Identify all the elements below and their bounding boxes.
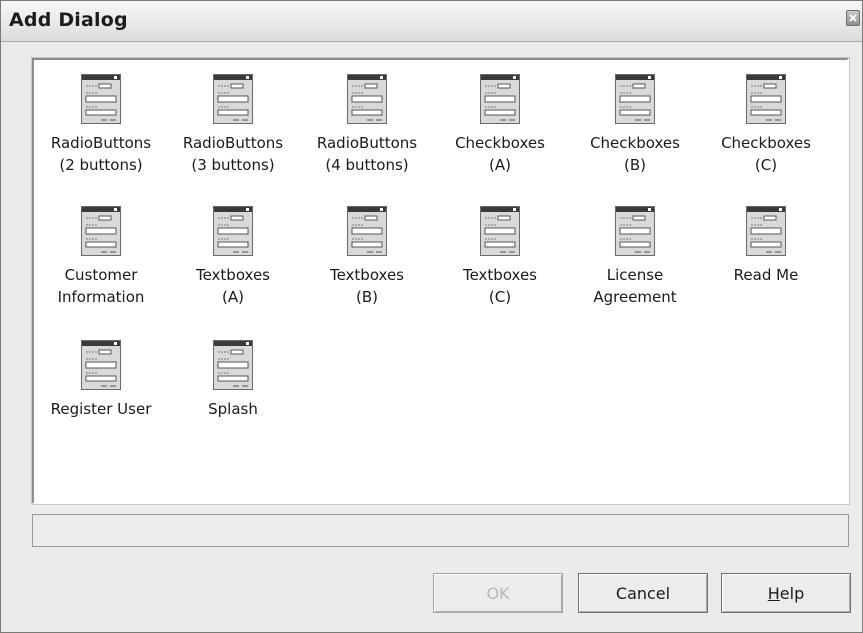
item-label: Splash (208, 400, 258, 418)
close-icon (849, 14, 857, 22)
dialog-template-icon (347, 206, 387, 256)
list-item-customer-information[interactable]: Customer Information (36, 206, 166, 308)
item-label: Textboxes (B) (329, 266, 405, 306)
dialog-template-icon (746, 74, 786, 124)
dialog-template-icon (746, 206, 786, 256)
dialog-template-icon (615, 74, 655, 124)
dialog-template-icon (347, 74, 387, 124)
dialog-template-icon (81, 74, 121, 124)
list-item-read-me[interactable]: Read Me (701, 206, 831, 286)
dialog-template-icon (213, 206, 253, 256)
cancel-button-label: Cancel (615, 583, 671, 603)
ok-button-label: OK (486, 583, 510, 603)
item-label: RadioButtons (3 buttons) (182, 134, 284, 174)
item-label: Checkboxes (A) (455, 134, 545, 174)
dialog-template-icon (81, 206, 121, 256)
list-item-checkboxes-b[interactable]: Checkboxes (B) (570, 74, 700, 176)
item-label: Checkboxes (B) (590, 134, 680, 174)
item-label: Textboxes (A) (195, 266, 271, 306)
dialog-template-icon (213, 74, 253, 124)
item-label: Textboxes (C) (462, 266, 538, 306)
help-button-label: elp (779, 583, 805, 603)
dialog-template-icon (480, 74, 520, 124)
list-item-splash[interactable]: Splash (168, 340, 298, 420)
list-item-radiobuttons-2[interactable]: RadioButtons (2 buttons) (36, 74, 166, 176)
description-bar (32, 514, 849, 547)
dialog-template-list: RadioButtons (2 buttons) RadioButtons (3… (32, 58, 849, 504)
item-label: RadioButtons (2 buttons) (50, 134, 152, 174)
dialog-template-icon (213, 340, 253, 390)
cancel-button[interactable]: Cancel (578, 573, 708, 613)
ok-button[interactable]: OK (433, 573, 563, 613)
list-item-checkboxes-a[interactable]: Checkboxes (A) (435, 74, 565, 176)
close-button[interactable] (846, 10, 860, 26)
dialog-template-icon (615, 206, 655, 256)
list-item-radiobuttons-4[interactable]: RadioButtons (4 buttons) (302, 74, 432, 176)
list-item-register-user[interactable]: Register User (36, 340, 166, 420)
item-label: Register User (50, 400, 152, 418)
list-item-textboxes-b[interactable]: Textboxes (B) (302, 206, 432, 308)
list-item-radiobuttons-3[interactable]: RadioButtons (3 buttons) (168, 74, 298, 176)
list-item-license-agreement[interactable]: License Agreement (570, 206, 700, 308)
title-bar[interactable]: Add Dialog (1, 1, 862, 42)
help-button[interactable]: Help (721, 573, 851, 613)
item-label: RadioButtons (4 buttons) (316, 134, 418, 174)
item-label: License Agreement (593, 266, 677, 306)
dialog-title: Add Dialog (9, 9, 128, 31)
item-label: Customer Information (57, 266, 145, 306)
help-button-mnemonic: H (767, 583, 780, 603)
add-dialog-window: Add Dialog RadioButtons (2 buttons) Radi… (0, 0, 863, 633)
dialog-template-icon (81, 340, 121, 390)
item-label: Read Me (733, 266, 799, 284)
list-item-textboxes-c[interactable]: Textboxes (C) (435, 206, 565, 308)
list-item-textboxes-a[interactable]: Textboxes (A) (168, 206, 298, 308)
item-label: Checkboxes (C) (721, 134, 811, 174)
list-item-checkboxes-c[interactable]: Checkboxes (C) (701, 74, 831, 176)
dialog-template-icon (480, 206, 520, 256)
